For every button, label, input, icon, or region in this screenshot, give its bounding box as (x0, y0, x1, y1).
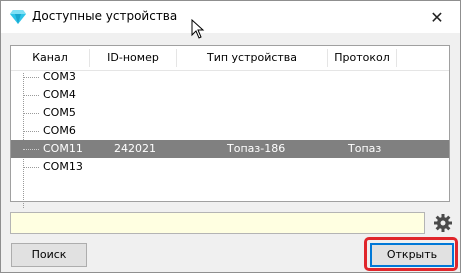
column-header-protocol[interactable]: Протокол (328, 46, 396, 70)
channel-cell: COM6 (43, 124, 76, 137)
table-row[interactable]: COM13 (11, 158, 449, 176)
column-header-id[interactable]: ID-номер (90, 46, 176, 70)
search-button[interactable]: Поиск (11, 243, 87, 267)
diamond-icon (10, 10, 26, 24)
id-cell: 242021 (114, 142, 156, 155)
table-row[interactable]: COM3 (11, 68, 449, 86)
channel-cell: COM4 (43, 88, 76, 101)
window-title: Доступные устройства (32, 9, 178, 23)
column-header-type[interactable]: Тип устройства (177, 46, 327, 70)
dialog-window: Доступные устройства ✕ Канал ID-номер Ти… (0, 0, 461, 273)
channel-cell: COM13 (43, 160, 83, 173)
table-row-selected[interactable]: COM11 242021 Топаз-186 Топаз (11, 140, 449, 158)
column-header-channel[interactable]: Канал (11, 46, 89, 70)
protocol-cell: Топаз (348, 142, 382, 155)
devices-list[interactable]: Канал ID-номер Тип устройства Протокол C… (10, 45, 450, 208)
close-icon: ✕ (430, 7, 444, 27)
table-row[interactable]: COM6 (11, 122, 449, 140)
type-cell: Топаз-186 (227, 142, 286, 155)
table-row[interactable]: COM5 (11, 104, 449, 122)
mouse-cursor-icon (191, 19, 205, 39)
channel-cell: COM3 (43, 70, 76, 83)
gear-icon[interactable] (433, 213, 453, 233)
title-bar: Доступные устройства ✕ (1, 1, 460, 33)
table-row[interactable]: COM4 (11, 86, 449, 104)
open-button[interactable]: Открыть (370, 243, 454, 267)
channel-cell: COM5 (43, 106, 76, 119)
close-button[interactable]: ✕ (414, 1, 460, 33)
channel-cell: COM11 (43, 142, 83, 155)
status-field (10, 212, 425, 234)
